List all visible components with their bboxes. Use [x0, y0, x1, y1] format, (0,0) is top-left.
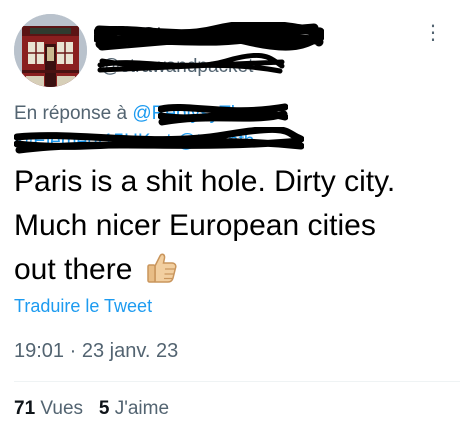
- thumbs-up-icon: [147, 253, 177, 283]
- translate-tweet-link[interactable]: Traduire le Tweet: [14, 296, 152, 317]
- likes-label: J'aime: [114, 398, 170, 419]
- reply-conjunction: et: [155, 131, 172, 152]
- author-handle[interactable]: @strawandpacket: [101, 56, 253, 78]
- tweet-line: out there: [14, 253, 133, 286]
- reply-context: En réponse à @ReplysyTh @Element15UK et …: [14, 100, 454, 156]
- divider: [14, 381, 460, 382]
- author-display-name[interactable]: The Straw & Packet: [101, 24, 287, 47]
- mention-link[interactable]: @ReplysyTh: [132, 103, 241, 124]
- views-label: Vues: [40, 398, 84, 419]
- tweet-line: Much nicer European cities: [14, 209, 376, 242]
- pub-storefront-icon: [14, 14, 87, 87]
- views-count: 71: [14, 398, 36, 419]
- mention-link[interactable]: @Element15UK: [14, 131, 151, 152]
- likes-count: 5: [98, 398, 110, 419]
- tweet-stats: 71 Vues 5 J'aime: [14, 398, 169, 420]
- tweet-timestamp[interactable]: 19:01 · 23 janv. 23: [14, 340, 178, 363]
- more-options-icon[interactable]: ⋮: [422, 18, 444, 48]
- likes-stat[interactable]: 5 J'aime: [99, 398, 169, 419]
- author-avatar[interactable]: [14, 14, 87, 87]
- tweet-line: Paris is a shit hole. Dirty city.: [14, 165, 396, 198]
- reply-prefix: En réponse à: [14, 103, 128, 124]
- mention-link[interactable]: @tomhfh: [177, 131, 254, 152]
- tweet-text: Paris is a shit hole. Dirty city. Much n…: [14, 160, 464, 292]
- views-stat[interactable]: 71 Vues: [14, 398, 83, 419]
